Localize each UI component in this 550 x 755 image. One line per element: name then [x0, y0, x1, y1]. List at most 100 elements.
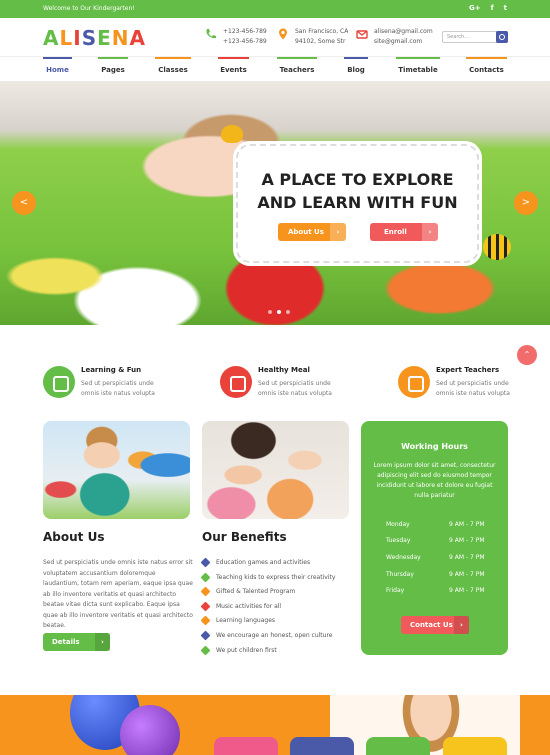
hours-day: Thursday [386, 571, 414, 578]
hours-time: 9 AM - 7 PM [449, 521, 485, 528]
nav-contacts[interactable]: Contacts [466, 57, 507, 82]
hours-day: Monday [386, 521, 410, 528]
phone-contact: +123-456-789 +123-456-789 [205, 27, 267, 47]
logo-letter: L [59, 26, 74, 50]
slider-dot[interactable] [286, 310, 290, 314]
slider-dot[interactable] [268, 310, 272, 314]
address-line-2: 94102, Some Str [295, 38, 346, 45]
benefit-item: We encourage an honest, open culture [200, 630, 352, 646]
slider-dot[interactable] [277, 310, 281, 314]
email-line-2[interactable]: site@gmail.com [374, 37, 433, 47]
hero-title: A PLACE TO EXPLORE AND LEARN WITH FUN [238, 168, 477, 214]
facebook-icon[interactable]: f [491, 4, 494, 12]
nav-classes[interactable]: Classes [155, 57, 191, 82]
hero-card: A PLACE TO EXPLORE AND LEARN WITH FUN Ab… [236, 144, 479, 263]
feature-desc: Sed ut perspiciatis unde omnis iste natus… [436, 379, 546, 399]
benefit-label: Learning languages [216, 617, 276, 625]
nav-blog[interactable]: Blog [344, 57, 368, 82]
chevron-right-icon: › [422, 223, 438, 241]
nav-home[interactable]: Home [43, 57, 72, 82]
hours-day: Wednesday [386, 554, 421, 561]
search-input[interactable]: Search... [442, 31, 508, 43]
about-us-button[interactable]: About Us › [278, 223, 346, 241]
email-contact: alisena@gmail.com site@gmail.com [356, 27, 433, 47]
address-line-1: San Francisco, CA [295, 28, 349, 35]
about-photo [43, 421, 190, 519]
hours-time: 9 AM - 7 PM [449, 587, 485, 594]
feature-desc-line: Sed ut perspiciatis unde [436, 380, 509, 387]
social-links: G+ f t [469, 4, 507, 12]
logo-letter: A [43, 26, 60, 50]
benefits-list: Education games and activities Teaching … [200, 557, 352, 661]
nav-teachers[interactable]: Teachers [277, 57, 317, 82]
nav-events-label: Events [220, 66, 247, 74]
feature-title: Healthy Meal [258, 366, 310, 374]
address-contact: San Francisco, CA 94102, Some Str [277, 27, 348, 47]
nav-timetable[interactable]: Timetable [396, 57, 440, 82]
benefit-item: Learning languages [200, 615, 352, 631]
hours-time: 9 AM - 7 PM [449, 554, 485, 561]
logo-letter: E [97, 26, 112, 50]
chevron-right-icon: › [454, 616, 469, 634]
search-icon[interactable] [496, 31, 508, 43]
chevron-right-icon: › [330, 223, 346, 241]
pencil-icon [200, 601, 211, 612]
about-us-label: About Us [288, 228, 324, 236]
scroll-to-top-button[interactable]: ⌃ [517, 345, 537, 365]
hours-day: Friday [386, 587, 405, 594]
contact-us-button[interactable]: Contact Us › [401, 616, 469, 634]
slider-next-button[interactable]: > [514, 191, 538, 215]
site-logo[interactable]: ALISENA [43, 26, 146, 50]
site-header: ALISENA +123-456-789 +123-456-789 San Fr… [0, 18, 550, 56]
color-tab [214, 737, 278, 755]
phone-line-2: +123-456-789 [223, 38, 267, 45]
benefit-item: Music activities for all [200, 601, 352, 617]
email-line-1[interactable]: alisena@gmail.com [374, 27, 433, 37]
nav-classes-label: Classes [158, 66, 188, 74]
benefit-label: Teaching kids to express their creativit… [216, 573, 336, 581]
about-text: Sed ut perspiciatis unde omnis iste natu… [43, 559, 193, 629]
mail-icon [356, 30, 368, 39]
benefit-label: We encourage an honest, open culture [216, 631, 333, 639]
benefit-item: Teaching kids to express their creativit… [200, 572, 352, 588]
color-tab [443, 737, 507, 755]
hours-day: Tuesday [386, 537, 411, 544]
benefit-label: Gifted & Talented Program [216, 588, 296, 596]
contact-us-label: Contact Us [410, 621, 453, 629]
phone-line-1: +123-456-789 [223, 28, 267, 35]
enroll-button[interactable]: Enroll › [370, 223, 438, 241]
nav-pages-label: Pages [101, 66, 125, 74]
feature-desc-line: omnis iste natus volupta [436, 390, 510, 397]
feature-desc: Sed ut perspiciatis unde omnis iste natus… [81, 379, 191, 399]
feature-desc-line: Sed ut perspiciatis unde [258, 380, 331, 387]
butterfly-decoration [221, 125, 243, 143]
benefit-item: Gifted & Talented Program [200, 586, 352, 602]
feature-title: Expert Teachers [436, 366, 500, 374]
feature-title: Learning & Fun [81, 366, 142, 374]
benefit-item: We put children first [200, 645, 352, 661]
nav-events[interactable]: Events [218, 57, 249, 82]
location-pin-icon [279, 28, 287, 40]
nav-timetable-label: Timetable [398, 66, 438, 74]
feature-desc: Sed ut perspiciatis unde omnis iste natus… [258, 379, 368, 399]
feature-desc-line: omnis iste natus volupta [258, 390, 332, 397]
nav-teachers-label: Teachers [279, 66, 315, 74]
chevron-left-icon: < [19, 197, 29, 208]
slider-prev-button[interactable]: < [12, 191, 36, 215]
pencil-icon [200, 615, 211, 626]
google-plus-icon[interactable]: G+ [469, 4, 481, 12]
twitter-icon[interactable]: t [504, 4, 507, 12]
nav-home-label: Home [46, 66, 69, 74]
benefit-label: Music activities for all [216, 602, 282, 610]
benefits-title: Our Benefits [202, 530, 287, 544]
top-bar: Welcome to Our Kindergarten! G+ f t [0, 0, 550, 18]
details-button[interactable]: Details › [43, 633, 110, 651]
hours-time: 9 AM - 7 PM [449, 537, 485, 544]
color-tab [290, 737, 354, 755]
bottom-banner [0, 695, 550, 755]
chevron-right-icon: > [521, 197, 531, 208]
main-nav: Home Pages Classes Events Teachers Blog … [0, 56, 550, 81]
nav-pages[interactable]: Pages [98, 57, 128, 82]
benefit-item: Education games and activities [200, 557, 352, 573]
working-hours-card: Working Hours Lorem ipsum dolor sit amet… [361, 421, 508, 655]
